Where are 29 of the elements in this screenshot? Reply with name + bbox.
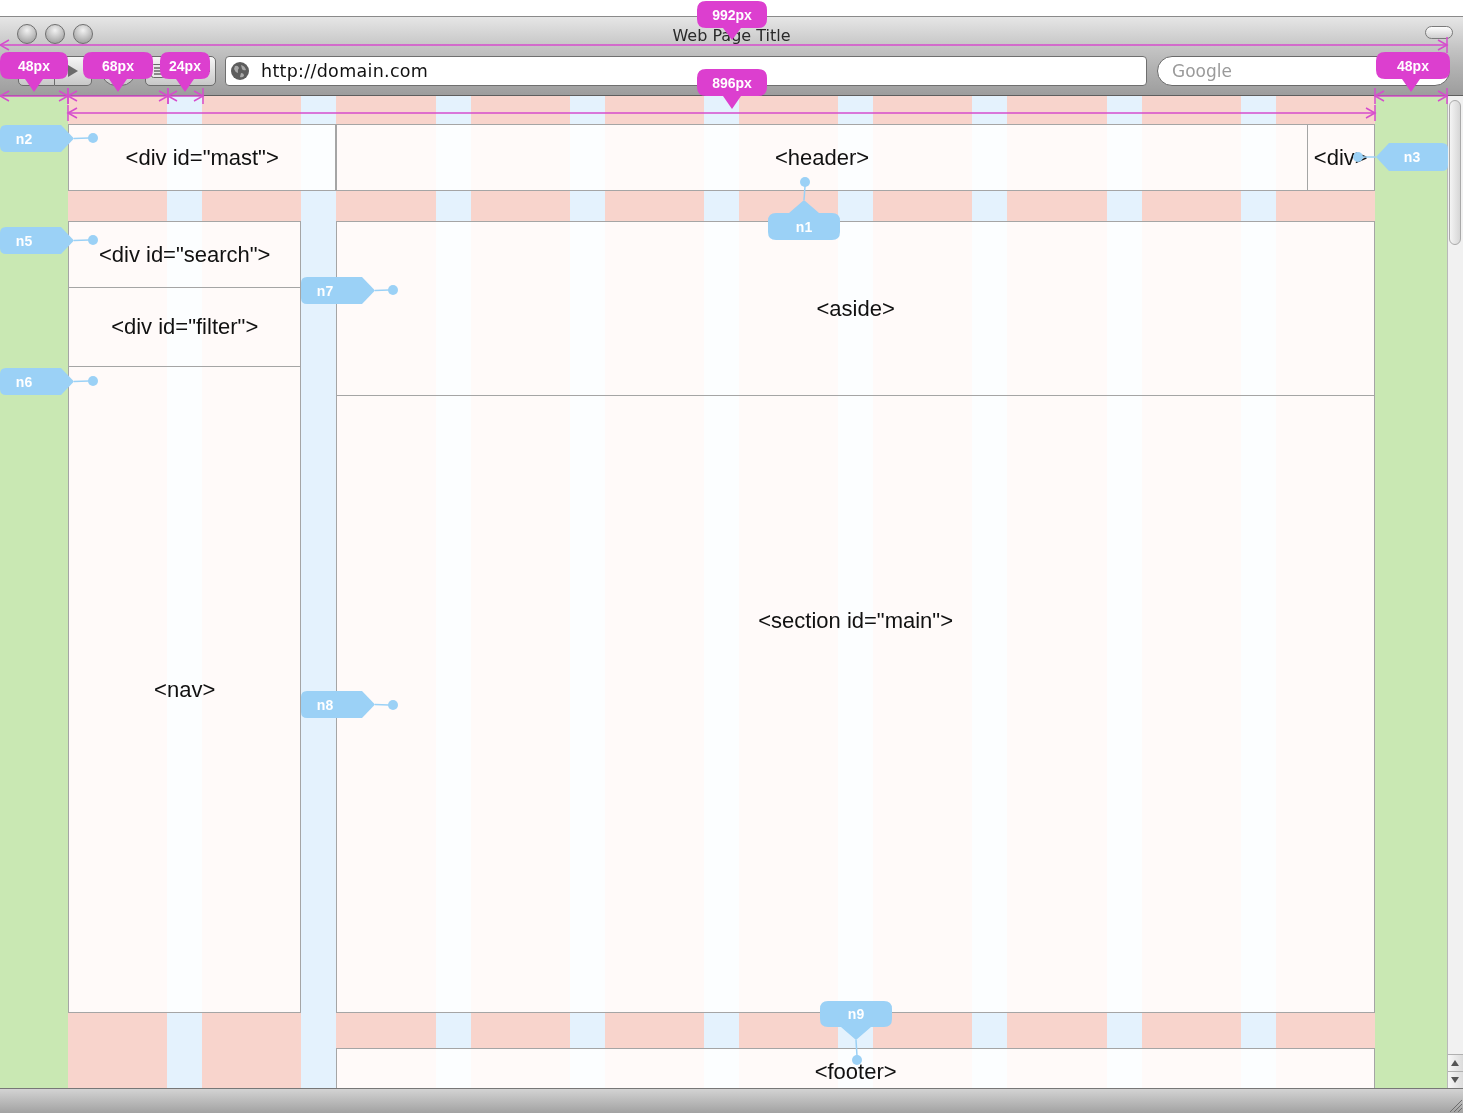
note-pin: n1 (768, 177, 840, 240)
layout-block: <div id="filter"> (68, 287, 302, 367)
measurement-tooltip: 24px (160, 52, 210, 92)
layout-block: <div id="mast"> (68, 124, 337, 191)
globe-icon (231, 62, 249, 80)
scroll-down-button[interactable] (1447, 1071, 1463, 1088)
note-pin: n2 (0, 125, 98, 152)
measurement-tooltip: 896px (697, 69, 767, 109)
down-arrow-icon (1451, 1077, 1460, 1083)
measurement-tooltip: 48px (1376, 52, 1450, 92)
toolbar-toggle-button[interactable] (1425, 26, 1453, 39)
note-pin: n7 (301, 277, 398, 304)
note-pin: n6 (0, 368, 98, 395)
scrollbar-thumb[interactable] (1449, 100, 1462, 245)
minimize-button[interactable] (45, 23, 65, 44)
zoom-button[interactable] (73, 23, 93, 44)
measurement-tooltip: 48px (0, 52, 68, 92)
layout-block: <footer> (336, 1048, 1375, 1088)
forward-arrow-icon (68, 65, 78, 77)
close-button[interactable] (17, 23, 37, 44)
resize-grip-icon[interactable] (1450, 1100, 1462, 1112)
layout-block: <nav> (68, 366, 302, 1013)
note-pin: n5 (0, 227, 98, 254)
note-pin: n8 (301, 691, 398, 718)
measurement-tooltip: 68px (83, 52, 153, 92)
scroll-up-button[interactable] (1447, 1054, 1463, 1071)
layout-block: <header> (336, 124, 1308, 191)
layout-block: <div id="search"> (68, 221, 302, 288)
up-arrow-icon (1451, 1060, 1460, 1066)
